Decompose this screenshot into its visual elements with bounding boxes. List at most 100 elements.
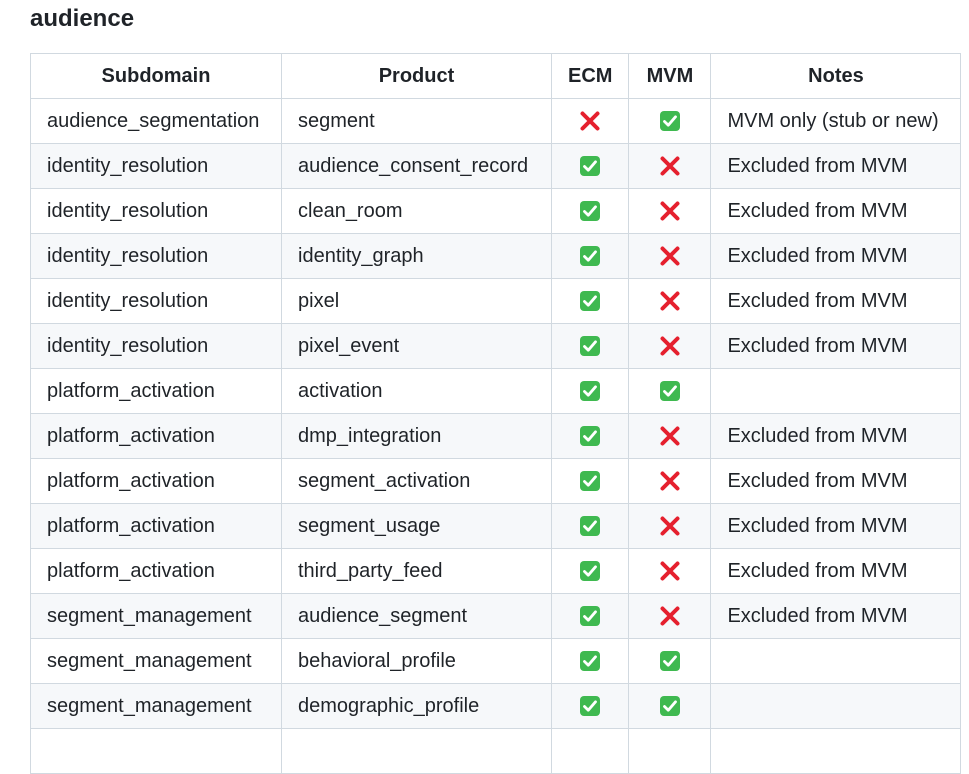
check-mark-button-icon <box>579 470 601 492</box>
ecm-cell <box>550 593 630 639</box>
ecm-cell <box>550 413 630 459</box>
header-mvm: MVM <box>628 53 712 99</box>
subdomain-cell: platform_activation <box>30 503 282 549</box>
ecm-cell <box>550 368 630 414</box>
mvm-cell <box>628 413 712 459</box>
notes-cell: Excluded from MVM <box>710 548 962 594</box>
subdomain-cell: platform_activation <box>30 548 282 594</box>
cross-mark-icon <box>659 560 681 582</box>
check-mark-button-icon <box>579 560 601 582</box>
product-cell: demographic_profile <box>281 683 552 729</box>
table-row: audience_segmentation segment MVM only (st… <box>30 98 962 144</box>
header-notes: Notes <box>710 53 962 99</box>
product-cell: audience_consent_record <box>281 143 552 189</box>
subdomain-cell: identity_resolution <box>30 278 282 324</box>
product-cell: segment <box>281 98 552 144</box>
product-cell: audience_segment <box>281 593 552 639</box>
mvm-cell <box>628 728 712 774</box>
cross-mark-icon <box>659 515 681 537</box>
cross-mark-icon <box>659 245 681 267</box>
table-row: segment_management demographic_profile <box>30 683 962 729</box>
notes-cell: Excluded from MVM <box>710 593 962 639</box>
cross-mark-icon <box>659 335 681 357</box>
cross-mark-icon <box>659 200 681 222</box>
notes-cell <box>710 728 962 774</box>
ecm-cell <box>550 323 630 369</box>
product-cell: behavioral_profile <box>281 638 552 684</box>
table-row: platform_activation segment_usage Excluded… <box>30 503 962 549</box>
mvm-cell <box>628 683 712 729</box>
table-row: identity_resolution audience_consent_reco… <box>30 143 962 189</box>
product-cell: dmp_integration <box>281 413 552 459</box>
product-cell: third_party_feed <box>281 548 552 594</box>
table-row: identity_resolution pixel_event Excluded f… <box>30 323 962 369</box>
subdomain-cell: segment_management <box>30 593 282 639</box>
mvm-cell <box>628 548 712 594</box>
section-title: audience <box>30 5 135 32</box>
check-mark-button-icon <box>659 110 681 132</box>
check-mark-button-icon <box>579 335 601 357</box>
notes-cell <box>710 638 962 684</box>
product-cell: segment_activation <box>281 458 552 504</box>
subdomain-cell: platform_activation <box>30 413 282 459</box>
check-mark-button-icon <box>579 605 601 627</box>
table-row: segment_management audience_segment Exclud… <box>30 593 962 639</box>
table-row: platform_activation third_party_feed Exclu… <box>30 548 962 594</box>
header-row: Subdomain Product ECM MVM Notes <box>30 53 962 99</box>
ecm-cell <box>550 233 630 279</box>
table-body: audience_segmentation segment MVM only (st… <box>30 98 962 774</box>
product-cell: clean_room <box>281 188 552 234</box>
subdomain-cell: identity_resolution <box>30 188 282 234</box>
audience-table: Subdomain Product ECM MVM Notes audience… <box>30 53 962 774</box>
table-row <box>30 728 962 774</box>
ecm-cell <box>550 188 630 234</box>
cross-mark-icon <box>579 110 601 132</box>
ecm-cell <box>550 728 630 774</box>
check-mark-button-icon <box>659 695 681 717</box>
mvm-cell <box>628 458 712 504</box>
notes-cell: Excluded from MVM <box>710 503 962 549</box>
notes-cell: Excluded from MVM <box>710 413 962 459</box>
cross-mark-icon <box>659 425 681 447</box>
ecm-cell <box>550 278 630 324</box>
check-mark-button-icon <box>579 515 601 537</box>
notes-cell: Excluded from MVM <box>710 188 962 234</box>
cross-mark-icon <box>659 470 681 492</box>
notes-cell: Excluded from MVM <box>710 458 962 504</box>
cross-mark-icon <box>659 155 681 177</box>
mvm-cell <box>628 188 712 234</box>
mvm-cell <box>628 368 712 414</box>
subdomain-cell: segment_management <box>30 638 282 684</box>
mvm-cell <box>628 278 712 324</box>
cross-mark-icon <box>659 290 681 312</box>
subdomain-cell: audience_segmentation <box>30 98 282 144</box>
table-row: platform_activation segment_activation Exc… <box>30 458 962 504</box>
ecm-cell <box>550 98 630 144</box>
table-row: platform_activation activation <box>30 368 962 414</box>
check-mark-button-icon <box>579 425 601 447</box>
ecm-cell <box>550 548 630 594</box>
subdomain-cell: platform_activation <box>30 368 282 414</box>
ecm-cell <box>550 458 630 504</box>
mvm-cell <box>628 98 712 144</box>
table-row: platform_activation dmp_integration Exclud… <box>30 413 962 459</box>
cross-mark-icon <box>659 605 681 627</box>
header-ecm: ECM <box>550 53 630 99</box>
mvm-cell <box>628 638 712 684</box>
check-mark-button-icon <box>579 200 601 222</box>
product-cell: activation <box>281 368 552 414</box>
ecm-cell <box>550 503 630 549</box>
subdomain-cell: identity_resolution <box>30 143 282 189</box>
table-header: Subdomain Product ECM MVM Notes <box>30 53 962 99</box>
check-mark-button-icon <box>659 650 681 672</box>
check-mark-button-icon <box>579 650 601 672</box>
ecm-cell <box>550 638 630 684</box>
notes-cell <box>710 683 962 729</box>
ecm-cell <box>550 143 630 189</box>
header-subdomain: Subdomain <box>30 53 282 99</box>
product-cell: identity_graph <box>281 233 552 279</box>
check-mark-button-icon <box>579 155 601 177</box>
check-mark-button-icon <box>579 695 601 717</box>
product-cell <box>281 728 552 774</box>
subdomain-cell: identity_resolution <box>30 233 282 279</box>
